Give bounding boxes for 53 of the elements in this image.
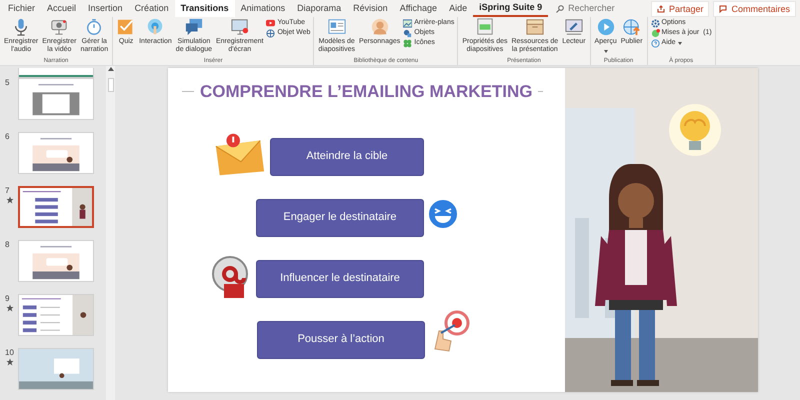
- chat-bubbles-icon: [184, 18, 203, 36]
- settings-icon: [650, 18, 660, 28]
- comments-button[interactable]: Commentaires: [713, 0, 796, 16]
- slide-button[interactable]: Influencer le destinataire: [256, 260, 424, 298]
- player-wrench-icon: [564, 18, 583, 36]
- slide-number: 9: [5, 294, 10, 304]
- slide-button[interactable]: Engager le destinataire: [256, 198, 424, 236]
- ribbon-tab[interactable]: Fichier: [2, 0, 42, 17]
- slide-thumbnail[interactable]: [18, 186, 94, 228]
- touch-icon: [146, 18, 164, 36]
- scroll-up-icon[interactable]: [108, 66, 114, 72]
- ribbon-tab[interactable]: Animations: [234, 0, 292, 17]
- slide-number: 8: [5, 240, 10, 250]
- screen-record-icon: [230, 18, 249, 36]
- lightbulb-brain-icon: [669, 104, 721, 156]
- slide-number: 10: [5, 348, 15, 358]
- update-icon: [650, 28, 660, 38]
- clover-icon: [403, 38, 412, 48]
- stopwatch-icon: [85, 18, 104, 36]
- slide-number: 5: [5, 78, 10, 88]
- play-logo-icon: [266, 18, 276, 28]
- ribbon-tab[interactable]: Insertion: [82, 0, 129, 17]
- web-object-icon: [266, 28, 276, 38]
- person-avatar-icon: [370, 18, 389, 36]
- globe-upload-icon: [622, 18, 641, 36]
- ribbon-tab[interactable]: Affichage: [394, 0, 444, 17]
- ribbon-tab[interactable]: Transitions: [174, 0, 235, 17]
- share-button[interactable]: Partager: [650, 0, 710, 16]
- slide-button[interactable]: Pousser à l’action: [257, 320, 425, 358]
- search-icon: [556, 4, 564, 12]
- slide-properties-icon: [476, 18, 494, 36]
- help-icon: [650, 38, 660, 48]
- slide-button[interactable]: Atteindre la cible: [270, 138, 424, 176]
- ribbon-tab[interactable]: iSpring Suite 9: [473, 0, 548, 17]
- play-icon: [596, 18, 615, 36]
- search-field[interactable]: Rechercher: [568, 2, 638, 16]
- slide-template-icon: [328, 18, 346, 36]
- speech-bubble-icon: [719, 4, 728, 12]
- shapes-icon: [403, 28, 412, 38]
- ribbon-tab[interactable]: Accueil: [41, 0, 82, 17]
- webcam-icon: [50, 18, 68, 36]
- box-icon: [526, 18, 544, 36]
- ribbon-tab[interactable]: Aide: [443, 0, 474, 17]
- ribbon-tab[interactable]: Révision: [347, 0, 394, 17]
- scroll-thumb[interactable]: [108, 78, 114, 92]
- share-icon: [656, 4, 665, 12]
- ribbon-tab[interactable]: Diaporama: [291, 0, 348, 17]
- ribbon-tab[interactable]: Création: [128, 0, 175, 17]
- slide-title: COMPRENDRE L’EMAILING MARKETING: [199, 81, 534, 103]
- picture-icon: [403, 18, 412, 28]
- slide-number: 6: [5, 132, 10, 142]
- checkbox-icon: [117, 18, 136, 36]
- slide-number: 7: [5, 186, 10, 196]
